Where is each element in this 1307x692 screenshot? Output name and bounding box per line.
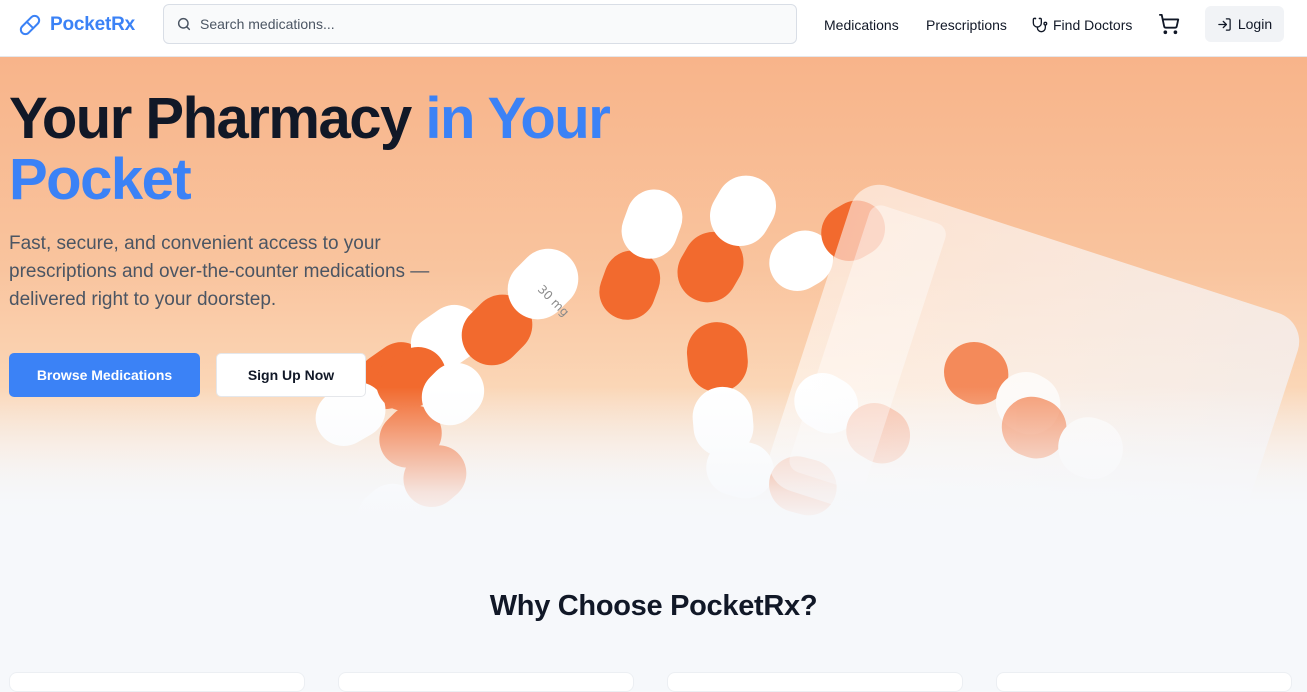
pill-icon: [18, 13, 42, 37]
nav-link-find-doctors[interactable]: Find Doctors: [1032, 14, 1132, 36]
brand-logo[interactable]: PocketRx: [18, 12, 135, 38]
login-label: Login: [1237, 16, 1273, 32]
search-bar[interactable]: [163, 4, 797, 44]
nav-link-prescriptions[interactable]: Prescriptions: [926, 14, 1007, 36]
feature-card: [338, 672, 634, 692]
browse-medications-button[interactable]: Browse Medications: [9, 353, 200, 397]
hero-subtitle: Fast, secure, and convenient access to y…: [9, 233, 430, 310]
search-icon: [176, 16, 192, 32]
brand-name: PocketRx: [50, 14, 135, 35]
shopping-cart-icon[interactable]: [1157, 12, 1181, 36]
log-in-icon: [1217, 17, 1232, 32]
top-navbar: PocketRx Medications Prescriptions Find …: [0, 0, 1307, 57]
feature-card: [996, 672, 1292, 692]
login-button[interactable]: Login: [1205, 6, 1284, 42]
nav-link-medications[interactable]: Medications: [824, 14, 899, 36]
why-section-title: Why Choose PocketRx?: [489, 590, 818, 622]
feature-card: [9, 672, 305, 692]
sign-up-button[interactable]: Sign Up Now: [216, 353, 366, 397]
hero-bottom-fade: [0, 387, 1307, 527]
nav-link-find-doctors-label: Find Doctors: [1053, 17, 1133, 33]
hero-title-dark: Your Pharmacy: [9, 86, 412, 151]
search-input[interactable]: [200, 16, 760, 32]
hero-title: Your Pharmacy in Your Pocket: [9, 88, 649, 210]
stethoscope-icon: [1032, 17, 1048, 33]
feature-card: [667, 672, 963, 692]
